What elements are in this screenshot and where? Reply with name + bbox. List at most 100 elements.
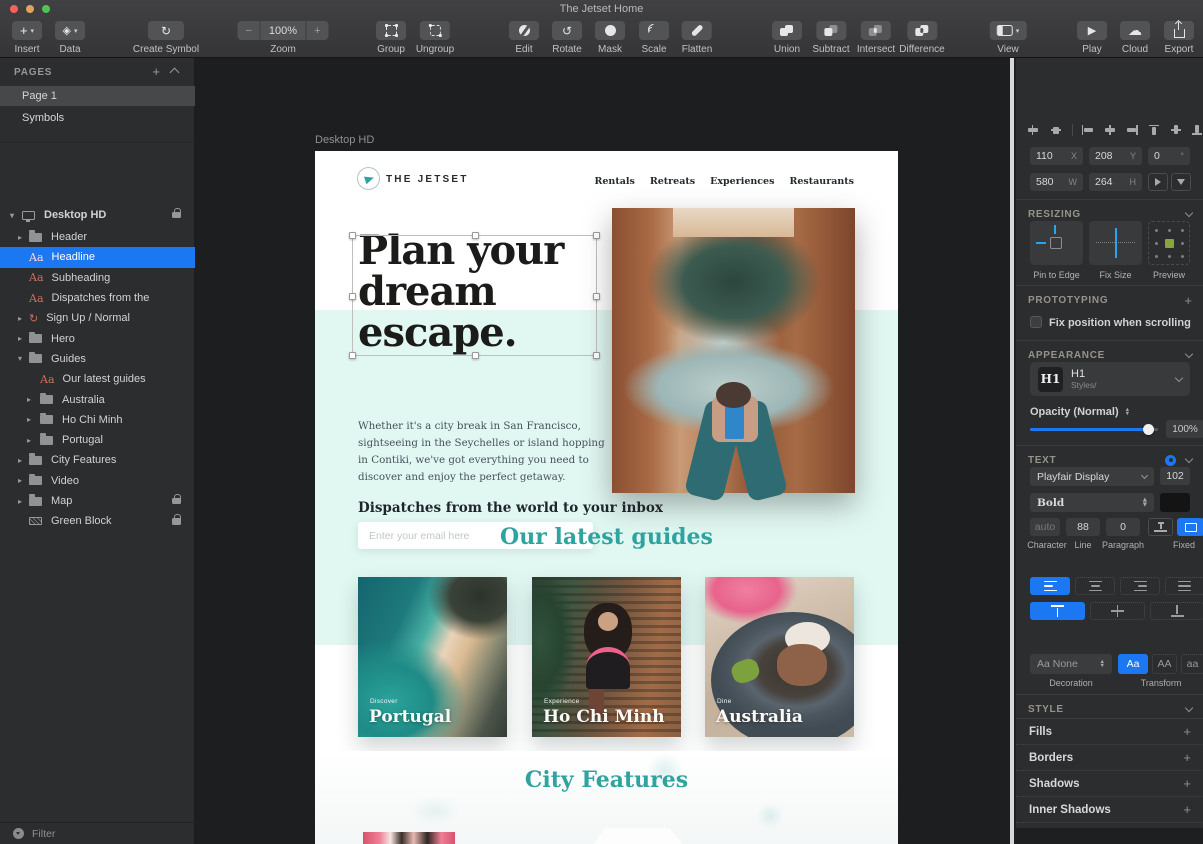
zoom-in-button[interactable]: + bbox=[306, 25, 328, 37]
layer-row-hero[interactable]: ▸ Hero bbox=[0, 328, 195, 348]
expander-down-icon[interactable]: ▾ bbox=[10, 211, 14, 220]
paragraph-spacing-field[interactable]: 0 bbox=[1106, 518, 1140, 536]
layer-row-headline-selected[interactable]: Aa Headline bbox=[0, 247, 195, 267]
layer-row-header[interactable]: ▸ Header bbox=[0, 227, 195, 247]
selection-handle[interactable] bbox=[593, 352, 600, 359]
selection-handle[interactable] bbox=[593, 293, 600, 300]
hero-image[interactable] bbox=[612, 208, 855, 493]
width-field[interactable]: 580W bbox=[1030, 173, 1083, 191]
chevron-down-icon[interactable] bbox=[1185, 454, 1193, 462]
text-style-dropdown[interactable]: H1 H1Styles/ bbox=[1030, 362, 1190, 396]
transform-lowercase-button[interactable]: aa bbox=[1181, 654, 1203, 674]
layer-row-australia[interactable]: ▸ Australia bbox=[0, 389, 195, 409]
align-center-horizontal-button[interactable] bbox=[1100, 122, 1119, 137]
layer-row-our-latest-guides[interactable]: Aa Our latest guides bbox=[0, 369, 195, 389]
difference-button[interactable]: Difference bbox=[899, 21, 944, 55]
city-features-heading[interactable]: City Features bbox=[315, 767, 898, 793]
subtract-button[interactable]: Subtract bbox=[812, 21, 849, 55]
add-prototype-icon[interactable]: + bbox=[1184, 294, 1192, 307]
inner-shadows-row[interactable]: Inner Shadows+ bbox=[1016, 796, 1203, 822]
lock-icon[interactable] bbox=[172, 212, 181, 219]
selection-handle[interactable] bbox=[349, 352, 356, 359]
expander-right-icon[interactable]: ▸ bbox=[18, 233, 22, 242]
export-button[interactable]: Export bbox=[1164, 21, 1194, 55]
opacity-stepper[interactable]: ▲▼ bbox=[1125, 408, 1130, 417]
align-bottom-button[interactable] bbox=[1187, 122, 1203, 137]
align-right-button[interactable] bbox=[1122, 122, 1141, 137]
text-align-justify-button[interactable] bbox=[1165, 577, 1203, 595]
union-button[interactable]: Union bbox=[772, 21, 802, 55]
selection-handle[interactable] bbox=[472, 352, 479, 359]
guide-card-ho-chi-minh[interactable]: Experience Ho Chi Minh bbox=[532, 577, 681, 737]
lock-icon[interactable] bbox=[172, 518, 181, 525]
slider-knob[interactable] bbox=[1143, 424, 1154, 435]
expander-right-icon[interactable]: ▸ bbox=[18, 314, 22, 323]
expander-right-icon[interactable]: ▸ bbox=[18, 456, 22, 465]
page-item-symbols[interactable]: Symbols bbox=[0, 108, 195, 128]
layer-row-portugal[interactable]: ▸ Portugal bbox=[0, 430, 195, 450]
transform-none-button[interactable]: Aa bbox=[1118, 654, 1148, 674]
fix-position-checkbox[interactable] bbox=[1030, 316, 1042, 328]
selection-handle[interactable] bbox=[349, 293, 356, 300]
add-inner-shadow-icon[interactable]: + bbox=[1183, 803, 1191, 816]
canvas[interactable]: Desktop HD THE JETSET Rentals Retreats E… bbox=[195, 58, 1011, 844]
opacity-value[interactable]: 100% bbox=[1166, 420, 1203, 438]
chevron-down-icon[interactable] bbox=[1185, 703, 1193, 711]
page-item-page1[interactable]: Page 1 bbox=[0, 86, 195, 106]
filter-bar[interactable]: Filter bbox=[0, 822, 195, 844]
city-feature-shape[interactable] bbox=[593, 828, 682, 844]
newsletter-heading[interactable]: Dispatches from the world to your inbox bbox=[358, 500, 663, 516]
add-border-icon[interactable]: + bbox=[1183, 751, 1191, 764]
artboard-label[interactable]: Desktop HD bbox=[315, 134, 374, 146]
cloud-button[interactable]: ☁ Cloud bbox=[1120, 21, 1150, 55]
layer-row-ho-chi-minh[interactable]: ▸ Ho Chi Minh bbox=[0, 410, 195, 430]
rotate-button[interactable]: ↺ Rotate bbox=[552, 21, 582, 55]
layer-row-artboard[interactable]: ▾ Desktop HD bbox=[0, 203, 195, 227]
fills-row[interactable]: Fills+ bbox=[1016, 718, 1203, 744]
layer-row-video[interactable]: ▸ Video bbox=[0, 471, 195, 491]
shadows-row[interactable]: Shadows+ bbox=[1016, 770, 1203, 796]
selection-handle[interactable] bbox=[472, 232, 479, 239]
guides-heading[interactable]: Our latest guides bbox=[315, 524, 898, 550]
selection-handle[interactable] bbox=[593, 232, 600, 239]
flatten-button[interactable]: Flatten bbox=[682, 21, 713, 55]
nav-link-retreats[interactable]: Retreats bbox=[650, 176, 695, 187]
line-spacing-field[interactable]: 88 bbox=[1066, 518, 1100, 536]
edit-button[interactable]: Edit bbox=[509, 21, 539, 55]
vertical-align-bottom-button[interactable] bbox=[1150, 602, 1203, 620]
y-position-field[interactable]: 208Y bbox=[1089, 147, 1142, 165]
align-top-button[interactable] bbox=[1144, 122, 1163, 137]
text-align-center-button[interactable] bbox=[1075, 577, 1115, 595]
selection-handle[interactable] bbox=[349, 232, 356, 239]
distribute-horizontally-button[interactable] bbox=[1023, 122, 1042, 137]
layer-row-signup[interactable]: ▸ ↻ Sign Up / Normal bbox=[0, 308, 195, 328]
layer-row-subheading[interactable]: Aa Subheading bbox=[0, 268, 195, 288]
city-feature-image[interactable] bbox=[363, 832, 455, 844]
vertical-align-top-button[interactable] bbox=[1030, 602, 1085, 620]
add-shadow-icon[interactable]: + bbox=[1183, 777, 1191, 790]
view-button[interactable]: ▾ View bbox=[990, 21, 1027, 55]
text-align-right-button[interactable] bbox=[1120, 577, 1160, 595]
flip-horizontal-button[interactable] bbox=[1148, 173, 1168, 191]
font-family-dropdown[interactable]: Playfair Display bbox=[1030, 467, 1154, 486]
brand-name[interactable]: THE JETSET bbox=[386, 174, 469, 185]
jetset-logo-icon[interactable] bbox=[357, 167, 380, 190]
nav-link-restaurants[interactable]: Restaurants bbox=[789, 176, 854, 187]
nav-link-experiences[interactable]: Experiences bbox=[710, 176, 774, 187]
expander-right-icon[interactable]: ▸ bbox=[18, 497, 22, 506]
text-align-left-button[interactable] bbox=[1030, 577, 1070, 595]
fixed-size-button[interactable] bbox=[1177, 518, 1203, 536]
expander-right-icon[interactable]: ▸ bbox=[18, 334, 22, 343]
pin-to-edge-option[interactable] bbox=[1030, 221, 1083, 265]
add-page-icon[interactable]: + bbox=[152, 64, 160, 79]
opacity-slider[interactable] bbox=[1030, 428, 1158, 431]
borders-row[interactable]: Borders+ bbox=[1016, 744, 1203, 770]
nav-link-rentals[interactable]: Rentals bbox=[594, 176, 634, 187]
selection-box[interactable] bbox=[352, 235, 597, 356]
group-button[interactable]: Group bbox=[376, 21, 406, 55]
layer-row-map[interactable]: ▸ Map bbox=[0, 491, 195, 511]
font-size-field[interactable]: 102 bbox=[1160, 467, 1190, 485]
gear-icon[interactable] bbox=[1165, 455, 1176, 466]
expander-right-icon[interactable]: ▸ bbox=[18, 476, 22, 485]
create-symbol-button[interactable]: ↻ Create Symbol bbox=[133, 21, 199, 55]
